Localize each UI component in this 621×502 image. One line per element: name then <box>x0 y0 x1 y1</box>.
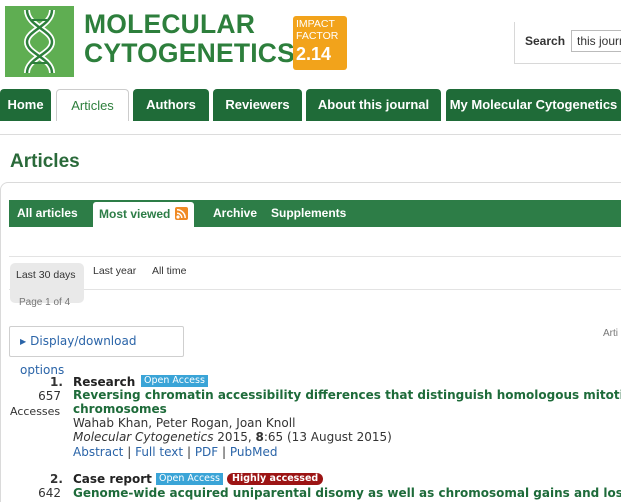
pubmed-link[interactable]: PubMed <box>230 445 278 459</box>
article-type: Research <box>73 375 136 389</box>
period-all-time[interactable]: All time <box>152 265 186 277</box>
site-header: MOLECULAR CYTOGENETICS IMPACT FACTOR 2.1… <box>0 0 621 88</box>
period-last-year[interactable]: Last year <box>93 265 136 277</box>
title-line-1: Genome-wide acquired uniparental disomy … <box>73 486 621 500</box>
main-nav: Home Articles Authors Reviewers About th… <box>0 89 621 121</box>
open-access-badge: Open Access <box>156 473 223 485</box>
subnav-all-articles[interactable]: All articles <box>17 200 78 227</box>
title-line-1: Reversing chromatin accessibility differ… <box>73 388 621 402</box>
highly-accessed-badge: Highly accessed <box>227 473 324 485</box>
access-count: 642 <box>38 486 61 500</box>
tab-authors[interactable]: Authors <box>133 89 209 121</box>
logo-line-1: MOLECULAR <box>84 9 256 39</box>
rank-number: 2. <box>50 472 63 486</box>
list-item: 2. 642 Case report Open Access Highly ac… <box>0 470 621 502</box>
articles-per-page-label: Arti <box>603 328 618 339</box>
tab-articles[interactable]: Articles <box>56 89 129 121</box>
articles-subnav: All articles Most viewed Archive Supplem… <box>9 200 621 227</box>
article-title-link[interactable]: Genome-wide acquired uniparental disomy … <box>73 486 621 500</box>
article-citation: Molecular Cytogenetics 2015, 8:65 (13 Au… <box>73 430 392 444</box>
article-number: 65 <box>267 430 284 444</box>
open-access-badge: Open Access <box>141 375 208 387</box>
access-count: 657 <box>38 389 61 403</box>
nav-underline <box>0 121 621 135</box>
article-authors: Wahab Khan, Peter Rogan, Joan Knoll <box>73 416 296 430</box>
subnav-archive[interactable]: Archive <box>213 200 257 227</box>
search-label: Search <box>525 34 566 48</box>
search-input[interactable] <box>571 30 621 52</box>
logo-line-2: CYTOGENETICS <box>84 38 295 68</box>
article-type: Case report <box>73 472 152 486</box>
full-text-link[interactable]: Full text <box>135 445 183 459</box>
rss-icon[interactable] <box>175 207 189 220</box>
journal-name: Molecular Cytogenetics <box>73 430 214 444</box>
display-options-button[interactable]: ▶ Display/download options <box>9 326 184 377</box>
subnav-supplements[interactable]: Supplements <box>271 200 346 227</box>
impact-factor-badge: IMPACT FACTOR 2.14 <box>293 16 347 70</box>
tab-my-journal[interactable]: My Molecular Cytogenetics <box>446 89 621 121</box>
rank-number: 1. <box>50 375 63 389</box>
article-title-link[interactable]: Reversing chromatin accessibility differ… <box>73 388 621 416</box>
impact-label-2: FACTOR <box>296 30 339 42</box>
tab-home[interactable]: Home <box>0 89 51 121</box>
impact-value: 2.14 <box>296 44 332 64</box>
access-label: Accesses <box>10 405 61 418</box>
dna-logo-icon[interactable] <box>5 6 74 77</box>
search-box: Search <box>514 22 621 64</box>
subnav-most-viewed[interactable]: Most viewed <box>93 202 195 227</box>
subnav-most-viewed-label: Most viewed <box>99 207 171 221</box>
volume: 8 <box>255 430 264 444</box>
page: MOLECULAR CYTOGENETICS IMPACT FACTOR 2.1… <box>0 0 621 502</box>
pdf-link[interactable]: PDF <box>195 445 218 459</box>
title-line-2: chromosomes <box>73 402 167 416</box>
list-item: 1. 657 Accesses Research Open Access Rev… <box>0 373 621 463</box>
tab-about-journal[interactable]: About this journal <box>306 89 441 121</box>
pager-text: Page 1 of 4 <box>19 297 71 308</box>
journal-logo-text[interactable]: MOLECULAR CYTOGENETICS <box>84 10 295 68</box>
period-selector: Last 30 days Last year All time <box>9 256 621 303</box>
abstract-link[interactable]: Abstract <box>73 445 123 459</box>
impact-label-1: IMPACT <box>296 18 335 30</box>
pub-date: (13 August 2015) <box>287 430 392 444</box>
page-title: Articles <box>10 151 80 172</box>
article-links: Abstract | Full text | PDF | PubMed <box>73 445 278 459</box>
tab-reviewers[interactable]: Reviewers <box>213 89 302 121</box>
triangle-right-icon: ▶ <box>20 337 27 346</box>
pub-year: 2015 <box>217 430 248 444</box>
